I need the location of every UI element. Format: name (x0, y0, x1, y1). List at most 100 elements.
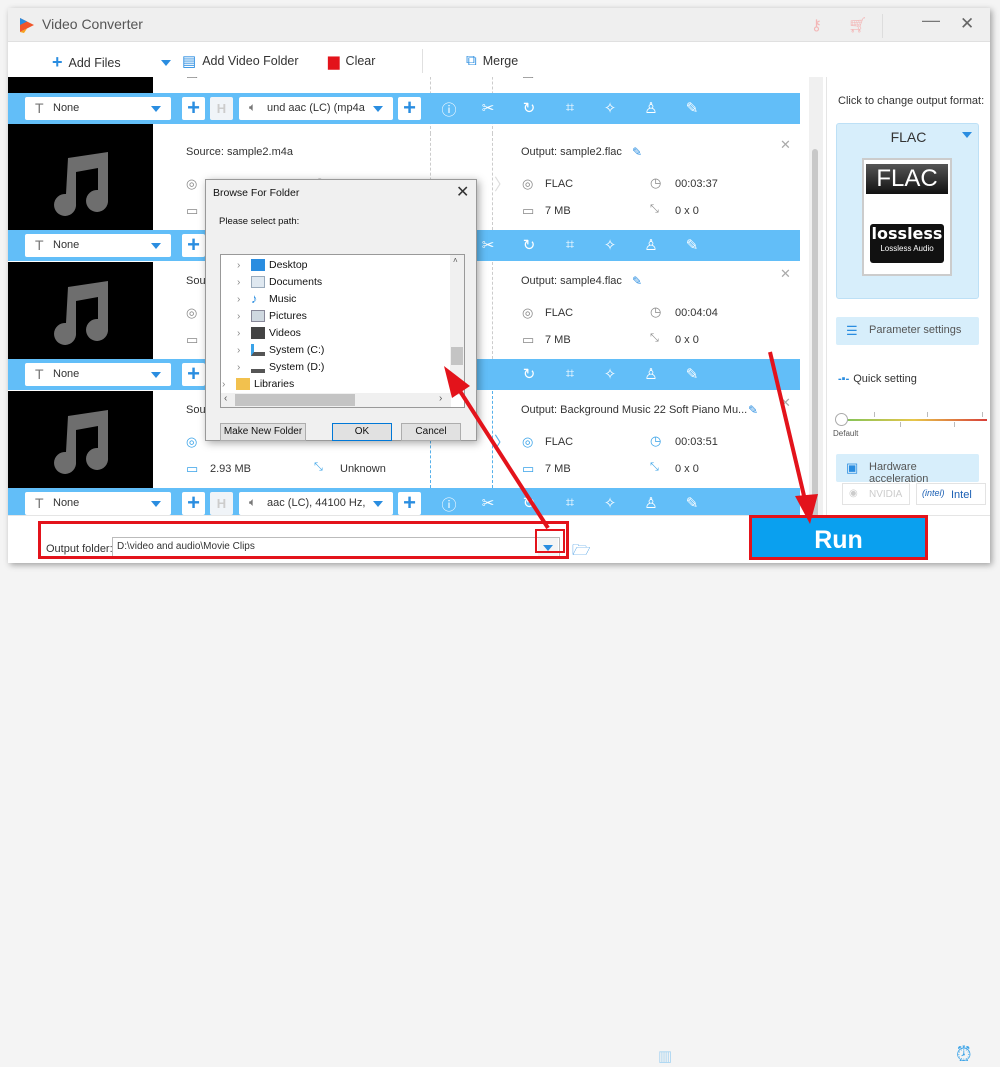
minimize-button[interactable]: — (922, 10, 940, 31)
crop-icon[interactable]: ⌗ (561, 236, 579, 253)
add-files-dropdown-icon[interactable] (161, 60, 171, 66)
subtitle-select[interactable]: T None (25, 97, 171, 120)
add-files-button[interactable]: + Add Files (52, 52, 121, 73)
tree-item-music[interactable]: › ♪ Music (237, 291, 296, 307)
edit-subtitle-icon[interactable]: ✎ (683, 494, 701, 512)
key-icon[interactable]: ⚷ (811, 16, 822, 34)
slider-handle[interactable] (835, 413, 848, 426)
scrollbar-thumb[interactable] (235, 394, 355, 406)
text-icon: T (35, 237, 44, 253)
add-subtitle-button[interactable]: + (182, 234, 205, 257)
tree-item-documents[interactable]: › Documents (237, 274, 322, 290)
effects-wand-icon[interactable]: ✧ (601, 236, 619, 254)
info-icon[interactable]: ⓘ (440, 494, 458, 515)
rotate-icon[interactable]: ↻ (520, 365, 538, 383)
merge-button[interactable]: ⧉ Merge (466, 52, 518, 69)
ok-button[interactable]: OK (332, 423, 392, 441)
intel-option[interactable]: (intel) Intel (916, 483, 986, 505)
open-folder-icon[interactable]: 🗁︎ (572, 540, 591, 565)
rotate-icon[interactable]: ↻ (520, 99, 538, 117)
music-note-icon (54, 152, 109, 216)
add-subtitle-button[interactable]: + (182, 363, 205, 386)
cart-icon[interactable]: 🛒︎ (848, 16, 867, 34)
cancel-button[interactable]: Cancel (401, 423, 461, 441)
crop-icon[interactable]: ⌗ (561, 365, 579, 382)
effects-wand-icon[interactable]: ✧ (601, 99, 619, 117)
scissors-icon[interactable]: ✂ (479, 236, 497, 254)
subtitle-select[interactable]: T None (25, 234, 171, 257)
remove-item-icon[interactable]: ✕ (780, 266, 791, 282)
rotate-icon[interactable]: ↻ (520, 236, 538, 254)
audio-track-select[interactable]: 🔈︎ und aac (LC) (mp4a (239, 97, 393, 120)
remove-item-icon[interactable]: ✕ (780, 137, 791, 153)
source-filename: Source: sample2.m4a (186, 146, 293, 158)
add-subtitle-button[interactable]: + (182, 97, 205, 120)
output-filename: Output: Background Music 22 Soft Piano M… (521, 404, 748, 416)
audio-track-select[interactable]: 🔈︎ aac (LC), 44100 Hz, (239, 492, 393, 515)
thumbnail (8, 391, 153, 488)
rename-pencil-icon[interactable]: ✎ (632, 274, 642, 288)
rename-pencil-icon[interactable]: ✎ (748, 403, 758, 417)
add-audio-button[interactable]: + (398, 97, 421, 120)
tree-item-desktop[interactable]: › Desktop (237, 257, 308, 273)
hardsub-button[interactable]: H (210, 97, 233, 120)
tree-item-videos[interactable]: › Videos (237, 325, 301, 341)
subtitle-select[interactable]: T None (25, 492, 171, 515)
output-filename: Output: sample4.flac (521, 275, 622, 287)
close-button[interactable]: ✕ (960, 14, 974, 34)
edit-subtitle-icon[interactable]: ✎ (683, 365, 701, 383)
item-toolbar: T None + H 🔈︎ aac (LC), 44100 Hz, + ⓘ ✂ ↻ … (8, 488, 800, 515)
folder-tree[interactable]: › Desktop › Documents › ♪ Music › Pictures › V… (220, 254, 465, 408)
parameter-settings-button[interactable]: ☰ Parameter settings (836, 317, 979, 345)
scroll-left-icon[interactable]: ‹ (224, 393, 227, 404)
watermark-stamp-icon[interactable]: ♙ (642, 494, 660, 512)
divider (492, 391, 493, 488)
tree-item-pictures[interactable]: › Pictures (237, 308, 307, 324)
watermark-stamp-icon[interactable]: ♙ (642, 365, 660, 383)
hardsub-button[interactable]: H (210, 492, 233, 515)
nvidia-option[interactable]: ◉ NVIDIA (842, 483, 910, 505)
tree-item-system-d[interactable]: › System (D:) (237, 359, 324, 375)
scissors-icon[interactable]: ✂ (479, 494, 497, 512)
run-button[interactable]: Run (749, 515, 928, 560)
edit-subtitle-icon[interactable]: ✎ (683, 236, 701, 254)
scroll-right-icon[interactable]: › (439, 393, 442, 404)
info-icon[interactable]: ⓘ (440, 99, 458, 120)
chevron-down-icon (151, 243, 161, 249)
scrollbar-thumb[interactable] (812, 149, 818, 519)
hardware-acceleration-button[interactable]: ▣ Hardware acceleration (836, 454, 979, 485)
crop-icon[interactable]: ⌗ (561, 99, 579, 116)
resolution-icon: ⤡ (314, 77, 322, 78)
make-new-folder-button[interactable]: Make New Folder (220, 423, 306, 441)
watermark-stamp-icon[interactable]: ♙ (642, 236, 660, 254)
scissors-icon[interactable]: ✂ (479, 99, 497, 117)
tree-horizontal-scrollbar[interactable]: ‹ › (221, 393, 451, 407)
output-format-selector[interactable]: FLAC FLAC lossless Lossless Audio (836, 123, 979, 299)
arrow-right-icon: 〉 (494, 435, 511, 452)
add-subtitle-button[interactable]: + (182, 492, 205, 515)
edit-subtitle-icon[interactable]: ✎ (683, 99, 701, 117)
tree-item-system-c[interactable]: › System (C:) (237, 342, 324, 358)
tree-vertical-scrollbar[interactable]: ˄ (450, 255, 464, 395)
plus-icon: + (52, 52, 63, 72)
subtitle-select[interactable]: T None (25, 363, 171, 386)
add-video-folder-button[interactable]: ▤ Add Video Folder (182, 52, 299, 70)
tree-label: System (C:) (269, 344, 325, 356)
clear-button[interactable]: ▆ Clear (328, 52, 375, 70)
dialog-close-icon[interactable]: ✕ (456, 182, 469, 202)
list-scrollbar[interactable] (809, 77, 823, 519)
effects-wand-icon[interactable]: ✧ (601, 365, 619, 383)
crop-icon[interactable]: ⌗ (561, 494, 579, 511)
rename-pencil-icon[interactable]: ✎ (632, 145, 642, 159)
scroll-up-icon[interactable]: ˄ (453, 256, 458, 265)
add-audio-button[interactable]: + (398, 492, 421, 515)
effects-wand-icon[interactable]: ✧ (601, 494, 619, 512)
rotate-icon[interactable]: ↻ (520, 494, 538, 512)
watermark-stamp-icon[interactable]: ♙ (642, 99, 660, 117)
merge-output-icon[interactable]: ▥ (658, 1047, 672, 1065)
quality-slider[interactable] (835, 413, 987, 426)
tree-item-libraries[interactable]: › Libraries (222, 376, 294, 392)
scrollbar-thumb[interactable] (451, 347, 463, 365)
remove-item-icon[interactable]: ✕ (780, 395, 791, 411)
alarm-clock-icon[interactable]: ⏰︎ (956, 1044, 972, 1067)
